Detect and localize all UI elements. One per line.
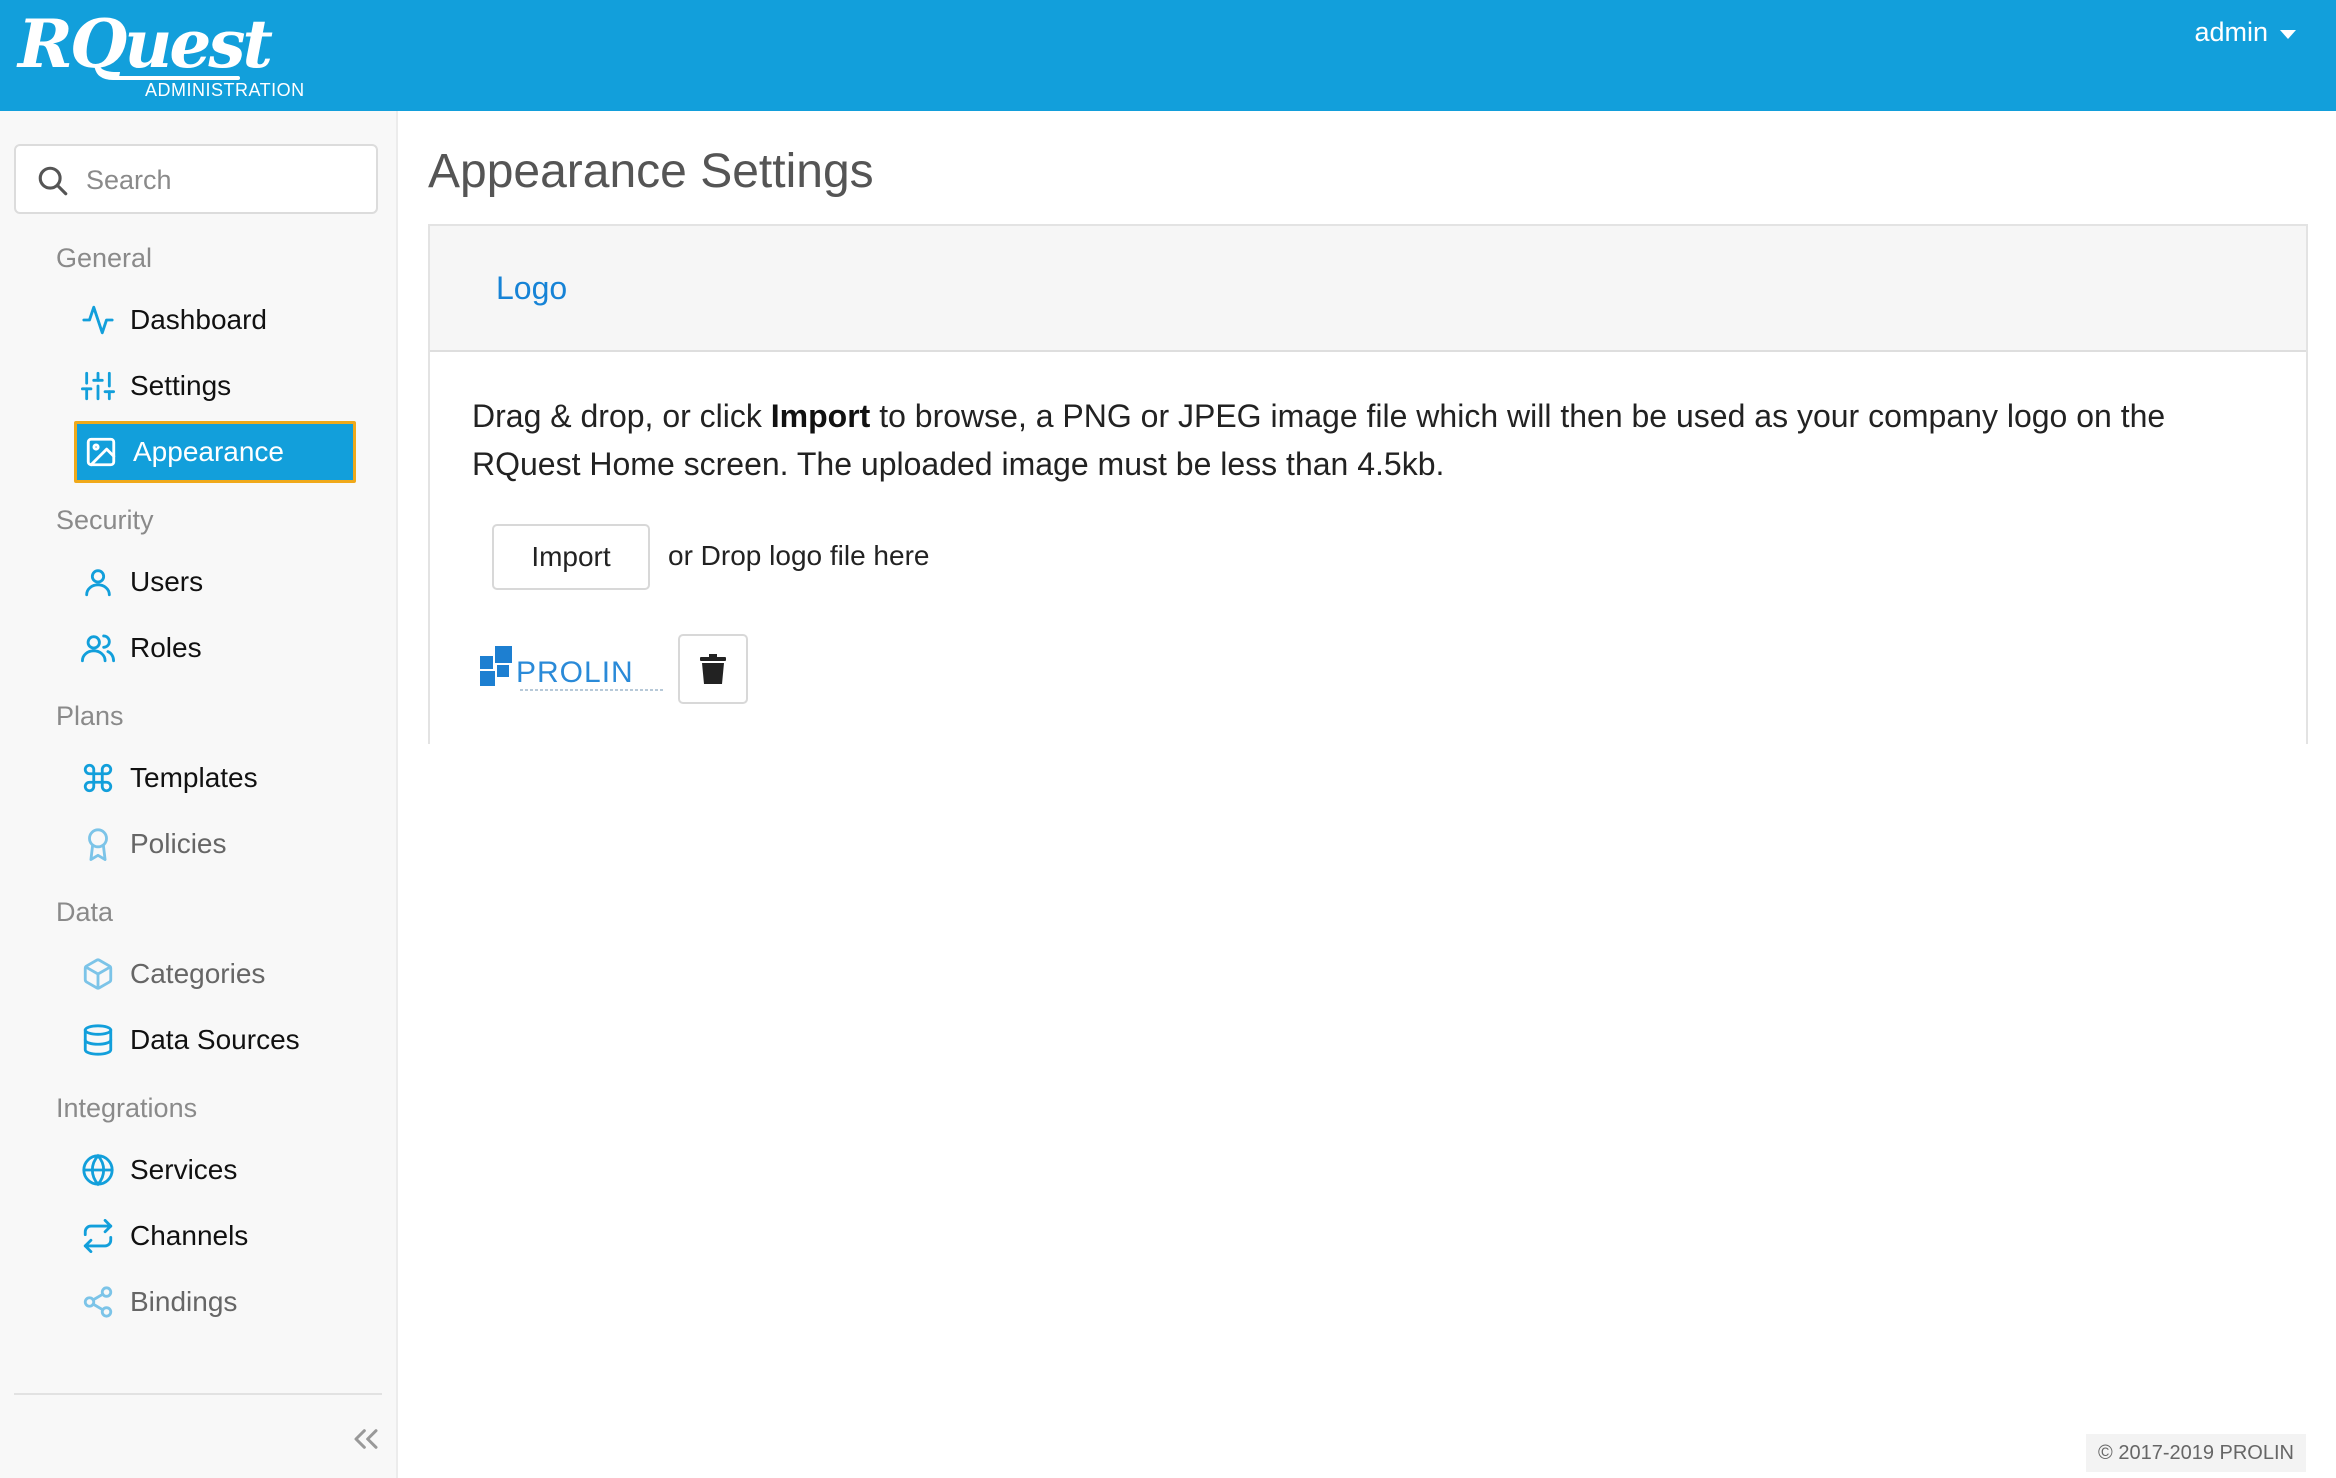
user-menu[interactable]: admin <box>2194 12 2296 52</box>
prolin-logo-image: PROLIN <box>480 646 664 691</box>
brand-name: RQuest <box>18 5 273 83</box>
page-title: Appearance Settings <box>428 145 874 198</box>
sidebar-item-users[interactable]: Users <box>74 551 356 613</box>
sidebar-item-label: Users <box>130 566 204 597</box>
box-icon <box>80 956 116 992</box>
database-icon <box>80 1022 116 1058</box>
sidebar-item-label: Policies <box>130 828 227 859</box>
section-title-integrations: Integrations <box>56 1093 198 1123</box>
sidebar-item-bindings[interactable]: Bindings <box>74 1271 356 1333</box>
search-icon <box>38 166 68 196</box>
image-icon <box>83 434 119 470</box>
users-icon <box>80 630 116 666</box>
chevron-down-icon <box>2280 29 2296 39</box>
sidebar-item-label: Settings <box>130 370 232 401</box>
description-text: Drag & drop, or click <box>472 398 771 434</box>
sidebar-item-label: Appearance <box>133 436 285 467</box>
search-input[interactable] <box>84 156 368 204</box>
sidebar-item-label: Templates <box>130 762 258 793</box>
activity-icon <box>80 302 116 338</box>
sidebar-item-label: Data Sources <box>130 1024 300 1055</box>
logo-preview: PROLIN <box>478 642 674 698</box>
sidebar-item-appearance[interactable]: Appearance <box>74 421 356 483</box>
brand-logo[interactable]: RQuest ADMINISTRATION <box>14 5 314 104</box>
delete-logo-button[interactable] <box>678 634 748 704</box>
search-box[interactable] <box>14 144 378 214</box>
footer-copyright: © 2017-2019 PROLIN <box>2086 1434 2306 1472</box>
sidebar-item-settings[interactable]: Settings <box>74 355 356 417</box>
logo-description: Drag & drop, or click Import to browse, … <box>472 392 2262 488</box>
section-title-plans: Plans <box>56 701 124 731</box>
sidebar-item-dashboard[interactable]: Dashboard <box>74 289 356 351</box>
sidebar-item-label: Channels <box>130 1220 249 1251</box>
brand-subtitle: ADMINISTRATION <box>145 80 305 100</box>
sidebar-item-services[interactable]: Services <box>74 1139 356 1201</box>
tab-logo[interactable]: Logo <box>496 270 567 307</box>
sidebar-item-label: Dashboard <box>130 304 267 335</box>
import-button[interactable]: Import <box>492 524 650 590</box>
sidebar-item-label: Bindings <box>130 1286 238 1317</box>
logo-settings-panel: Logo Drag & drop, or click Import to bro… <box>428 224 2308 744</box>
globe-icon <box>80 1152 116 1188</box>
award-icon <box>80 826 116 862</box>
user-icon <box>80 564 116 600</box>
description-import-keyword: Import <box>770 398 871 434</box>
sidebar-item-policies[interactable]: Policies <box>74 813 356 875</box>
section-title-general: General <box>56 243 153 273</box>
share-icon <box>80 1284 116 1320</box>
sidebar-item-templates[interactable]: Templates <box>74 747 356 809</box>
sidebar-item-roles[interactable]: Roles <box>74 617 356 679</box>
user-name: admin <box>2194 16 2268 47</box>
collapse-sidebar-icon[interactable] <box>346 1419 386 1459</box>
app-header: RQuest ADMINISTRATION admin <box>0 0 2336 111</box>
panel-header: Logo <box>430 226 2306 352</box>
drop-zone-hint[interactable]: or Drop logo file here <box>668 540 929 572</box>
sidebar-item-label: Roles <box>130 632 202 663</box>
sidebar-divider <box>14 1393 382 1395</box>
command-icon <box>80 760 116 796</box>
sliders-icon <box>80 368 116 404</box>
sidebar-item-channels[interactable]: Channels <box>74 1205 356 1267</box>
section-title-security: Security <box>56 505 154 535</box>
sidebar-item-label: Categories <box>130 958 266 989</box>
sidebar-item-categories[interactable]: Categories <box>74 943 356 1005</box>
sidebar-item-label: Services <box>130 1154 238 1185</box>
section-title-data: Data <box>56 897 114 927</box>
sidebar-item-data-sources[interactable]: Data Sources <box>74 1009 356 1071</box>
repeat-icon <box>80 1218 116 1254</box>
trash-icon <box>700 654 726 684</box>
logo-text: PROLIN <box>516 656 634 689</box>
sidebar: General Dashboard Settings Appearance Se… <box>0 111 398 1478</box>
